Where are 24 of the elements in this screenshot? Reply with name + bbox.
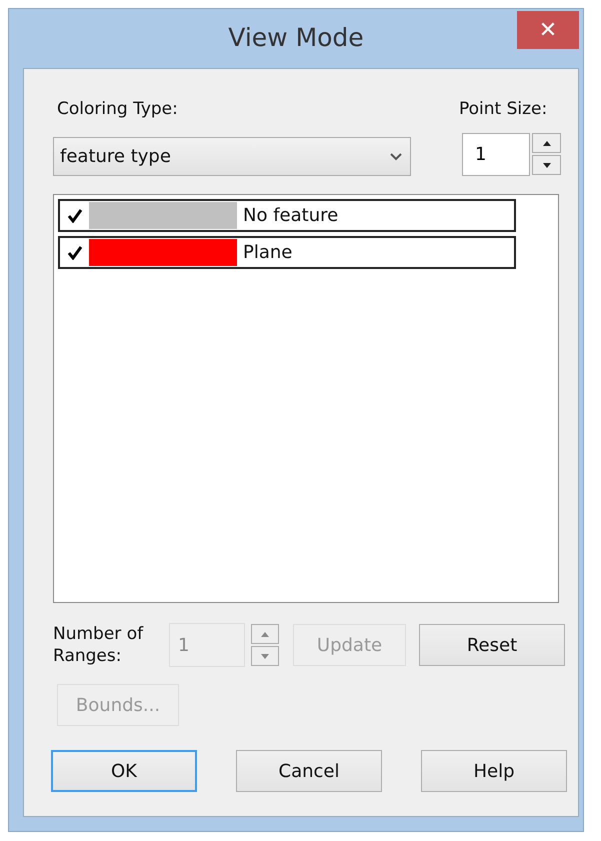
coloring-type-dropdown[interactable]: feature type [53, 137, 411, 176]
point-size-label: Point Size: [459, 99, 548, 121]
dialog-button[interactable]: Help [421, 750, 567, 792]
feature-label: No feature [243, 205, 338, 226]
dialog-button[interactable]: OK [51, 750, 197, 792]
close-button[interactable]: ✕ [517, 11, 579, 49]
triangle-up-icon [261, 632, 269, 636]
dialog-button[interactable]: Cancel [236, 750, 382, 792]
chevron-down-icon [390, 152, 402, 160]
triangle-down-icon [261, 654, 269, 658]
feature-label: Plane [243, 242, 292, 263]
point-size-field[interactable]: 1 [462, 133, 530, 176]
triangle-up-icon [542, 140, 550, 146]
feature-row[interactable]: No feature [58, 199, 516, 232]
coloring-type-label: Coloring Type: [57, 99, 179, 121]
checkmark-icon [67, 246, 83, 260]
number-of-ranges-label: Number of Ranges: [53, 623, 144, 667]
triangle-down-icon [542, 162, 550, 168]
spin-up-button[interactable] [532, 133, 561, 153]
range-button[interactable]: Reset [419, 624, 565, 666]
window-title: View Mode [228, 23, 364, 52]
feature-row[interactable]: Plane [58, 236, 516, 269]
spin-down-button[interactable] [532, 155, 561, 175]
checkmark-icon [67, 208, 83, 222]
